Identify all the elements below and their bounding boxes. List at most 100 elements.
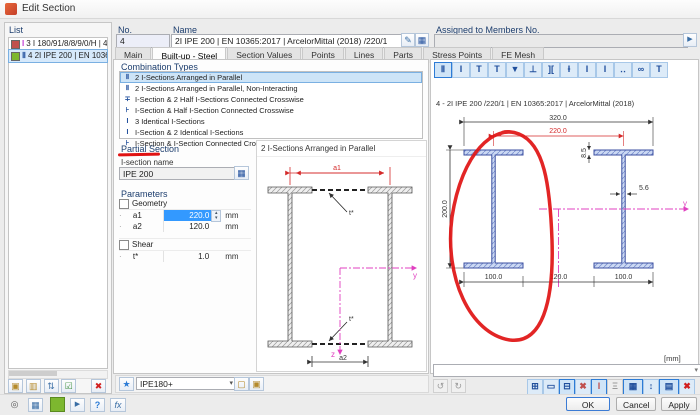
param-name: a1	[133, 210, 163, 221]
show-points-button[interactable]: ✖	[575, 379, 591, 395]
a1-value-input[interactable]: 220.0	[163, 210, 212, 221]
select-icon[interactable]: ▶	[70, 398, 85, 412]
renumber-button[interactable]: ⇅	[44, 379, 59, 393]
combination-item-label: 3 Identical I-Sections	[135, 117, 205, 126]
color-swatch-button[interactable]	[50, 397, 65, 412]
section-type-two-rings[interactable]: ∞	[632, 62, 650, 78]
pick-members-button[interactable]: ▶	[683, 33, 697, 47]
show-axes-button[interactable]: ⊟	[559, 379, 575, 395]
undo-icon[interactable]: ↺	[433, 379, 448, 393]
shear-group-row[interactable]: Shear	[119, 238, 251, 251]
section-type-i-cross[interactable]: Ɨ	[560, 62, 578, 78]
delete-section-button[interactable]: ✖	[91, 379, 106, 393]
combo-icon: Ι	[123, 128, 132, 137]
help-icon[interactable]: ?	[90, 398, 105, 412]
list-hscrollbar[interactable]	[8, 370, 108, 379]
view-dimensions-button[interactable]: ⊞	[527, 379, 543, 395]
combination-item[interactable]: ⊦I-Section & Half I-Section Connected Cr…	[120, 105, 422, 116]
param-row-t[interactable]: ·t* 1.0 mm	[119, 251, 251, 262]
section-type-single-i[interactable]: Ι	[452, 62, 470, 78]
profile-combobox-value: IPE180+	[140, 379, 173, 389]
comment-combobox[interactable]: ▾	[433, 364, 700, 377]
dim-spacing: 220.0	[549, 128, 567, 135]
formula-icon[interactable]: fx	[110, 398, 126, 412]
ok-button[interactable]: OK	[566, 397, 610, 411]
section-glyph-icon: Ι	[22, 38, 24, 50]
isection-name-field[interactable]: IPE 200	[119, 167, 237, 180]
a1-spinner[interactable]: ▴▾	[211, 210, 221, 222]
section-type-tee-wide[interactable]: T	[488, 62, 506, 78]
a2-value-input[interactable]: 120.0	[163, 221, 222, 232]
list-toolbar: ▣ ▥ ⇅ ☑ ✖	[8, 379, 106, 392]
param-row-a2[interactable]: ·a2 120.0 mm	[119, 221, 251, 232]
measure-button[interactable]: ↕	[643, 379, 659, 395]
combination-item[interactable]: ∓I-Section & 2 Half I-Sections Connected…	[120, 94, 422, 105]
combination-item[interactable]: ΙI-Section & 2 Identical I-Sections	[120, 127, 422, 138]
favorites-button[interactable]: ▢	[234, 377, 249, 391]
geometry-group-row[interactable]: Geometry	[119, 198, 251, 210]
apply-button[interactable]: Apply	[661, 397, 697, 411]
profile-combobox[interactable]: IPE180+ ▾	[136, 377, 236, 390]
print-button[interactable]: ▤	[659, 379, 679, 395]
list-item-selected[interactable]: Ⅱ 4 2I IPE 200 | EN 10365:2017 | Arcelor	[9, 50, 107, 62]
wand-icon[interactable]: ★	[119, 377, 134, 391]
section-type-tee-last[interactable]: Τ	[650, 62, 668, 78]
schematic-title: 2 I-Sections Arranged in Parallel	[257, 141, 426, 157]
grid-options-button[interactable]: ▦	[623, 379, 643, 395]
new-section-button[interactable]: ▣	[8, 379, 23, 393]
section-type-toolbar: ⅡΙΤT▼⊥][ƗIΙ‥∞Τ	[434, 62, 674, 77]
combination-item[interactable]: Ⅱ2 I-Sections Arranged in Parallel, Non-…	[120, 83, 422, 94]
left-ibeam-schematic	[268, 187, 312, 347]
right-ibeam-schematic	[368, 187, 412, 347]
section-type-two-dots[interactable]: ‥	[614, 62, 632, 78]
combo-icon: ⊦	[123, 106, 132, 115]
section-library-button[interactable]: ▦	[415, 33, 429, 47]
section-type-tee-inverted[interactable]: ⊥	[524, 62, 542, 78]
profile-quick-bar: ★ IPE180+ ▾ ▢ ▣	[115, 375, 429, 393]
geometry-checkbox[interactable]	[119, 199, 129, 209]
cancel-button[interactable]: Cancel	[616, 397, 656, 411]
comment-icon[interactable]: ◎	[8, 398, 21, 410]
redo-icon[interactable]: ↻	[451, 379, 466, 393]
param-row-a1[interactable]: ·a1 220.0 ▴▾ mm	[119, 210, 251, 221]
window-title: Edit Section	[22, 3, 75, 14]
section-type-two-i-parallel[interactable]: Ⅱ	[434, 62, 452, 78]
isection-name-label: I-section name	[121, 158, 173, 167]
unit-label: [mm]	[664, 354, 681, 363]
show-outline-button[interactable]: Ξ	[607, 379, 623, 395]
dim-a2-label: a2	[339, 355, 347, 362]
fit-view-button[interactable]: ▭	[543, 379, 559, 395]
combination-item[interactable]: Ⅱ2 I-Sections Arranged in Parallel	[120, 72, 422, 83]
section-type-i-narrow[interactable]: I	[578, 62, 596, 78]
dim-height: 200.0	[442, 200, 449, 218]
param-unit: mm	[221, 210, 251, 221]
new-favorite-button[interactable]: ▣	[249, 377, 264, 391]
units-icon[interactable]: ▦	[28, 398, 43, 412]
list-item[interactable]: Ι 3 I 180/91/8/8/9/0/H | 4 - S355N | EN	[9, 38, 107, 50]
schematic-drawing: a1 t* t* y z a2	[257, 157, 424, 371]
copy-section-button[interactable]: ▥	[26, 379, 41, 393]
combination-item[interactable]: Ι3 Identical I-Sections	[120, 116, 422, 127]
edit-name-button[interactable]: ✎	[401, 33, 415, 47]
section-type-i-thin[interactable]: Ι	[596, 62, 614, 78]
section-type-tee[interactable]: Τ	[470, 62, 488, 78]
t-star-bottom-label: t*	[349, 316, 354, 323]
app-icon	[5, 3, 17, 15]
scroll-thumb[interactable]	[9, 371, 57, 376]
annotation-circle	[451, 132, 553, 341]
combination-types-list[interactable]: Ⅱ2 I-Sections Arranged in Parallel Ⅱ2 I-…	[119, 71, 423, 139]
t-value-input[interactable]: 1.0	[163, 251, 222, 262]
shear-checkbox[interactable]	[119, 240, 129, 250]
section-type-tee-down[interactable]: ▼	[506, 62, 524, 78]
chevron-down-icon: ▾	[694, 365, 698, 377]
dim-b1: 100.0	[485, 274, 503, 281]
isection-library-button[interactable]: ▦	[234, 166, 249, 180]
footer-bar: ◎ ▦ ▶ ? fx OK Cancel Apply	[0, 394, 700, 415]
geometry-label: Geometry	[132, 198, 167, 209]
pointer-button[interactable]: ✖	[679, 379, 695, 395]
show-section-button[interactable]: Ι	[591, 379, 607, 395]
check-button[interactable]: ☑	[61, 379, 76, 393]
shear-label: Shear	[132, 239, 153, 250]
section-list[interactable]: Ι 3 I 180/91/8/8/9/0/H | 4 - S355N | EN …	[8, 37, 108, 369]
section-type-channels[interactable]: ][	[542, 62, 560, 78]
